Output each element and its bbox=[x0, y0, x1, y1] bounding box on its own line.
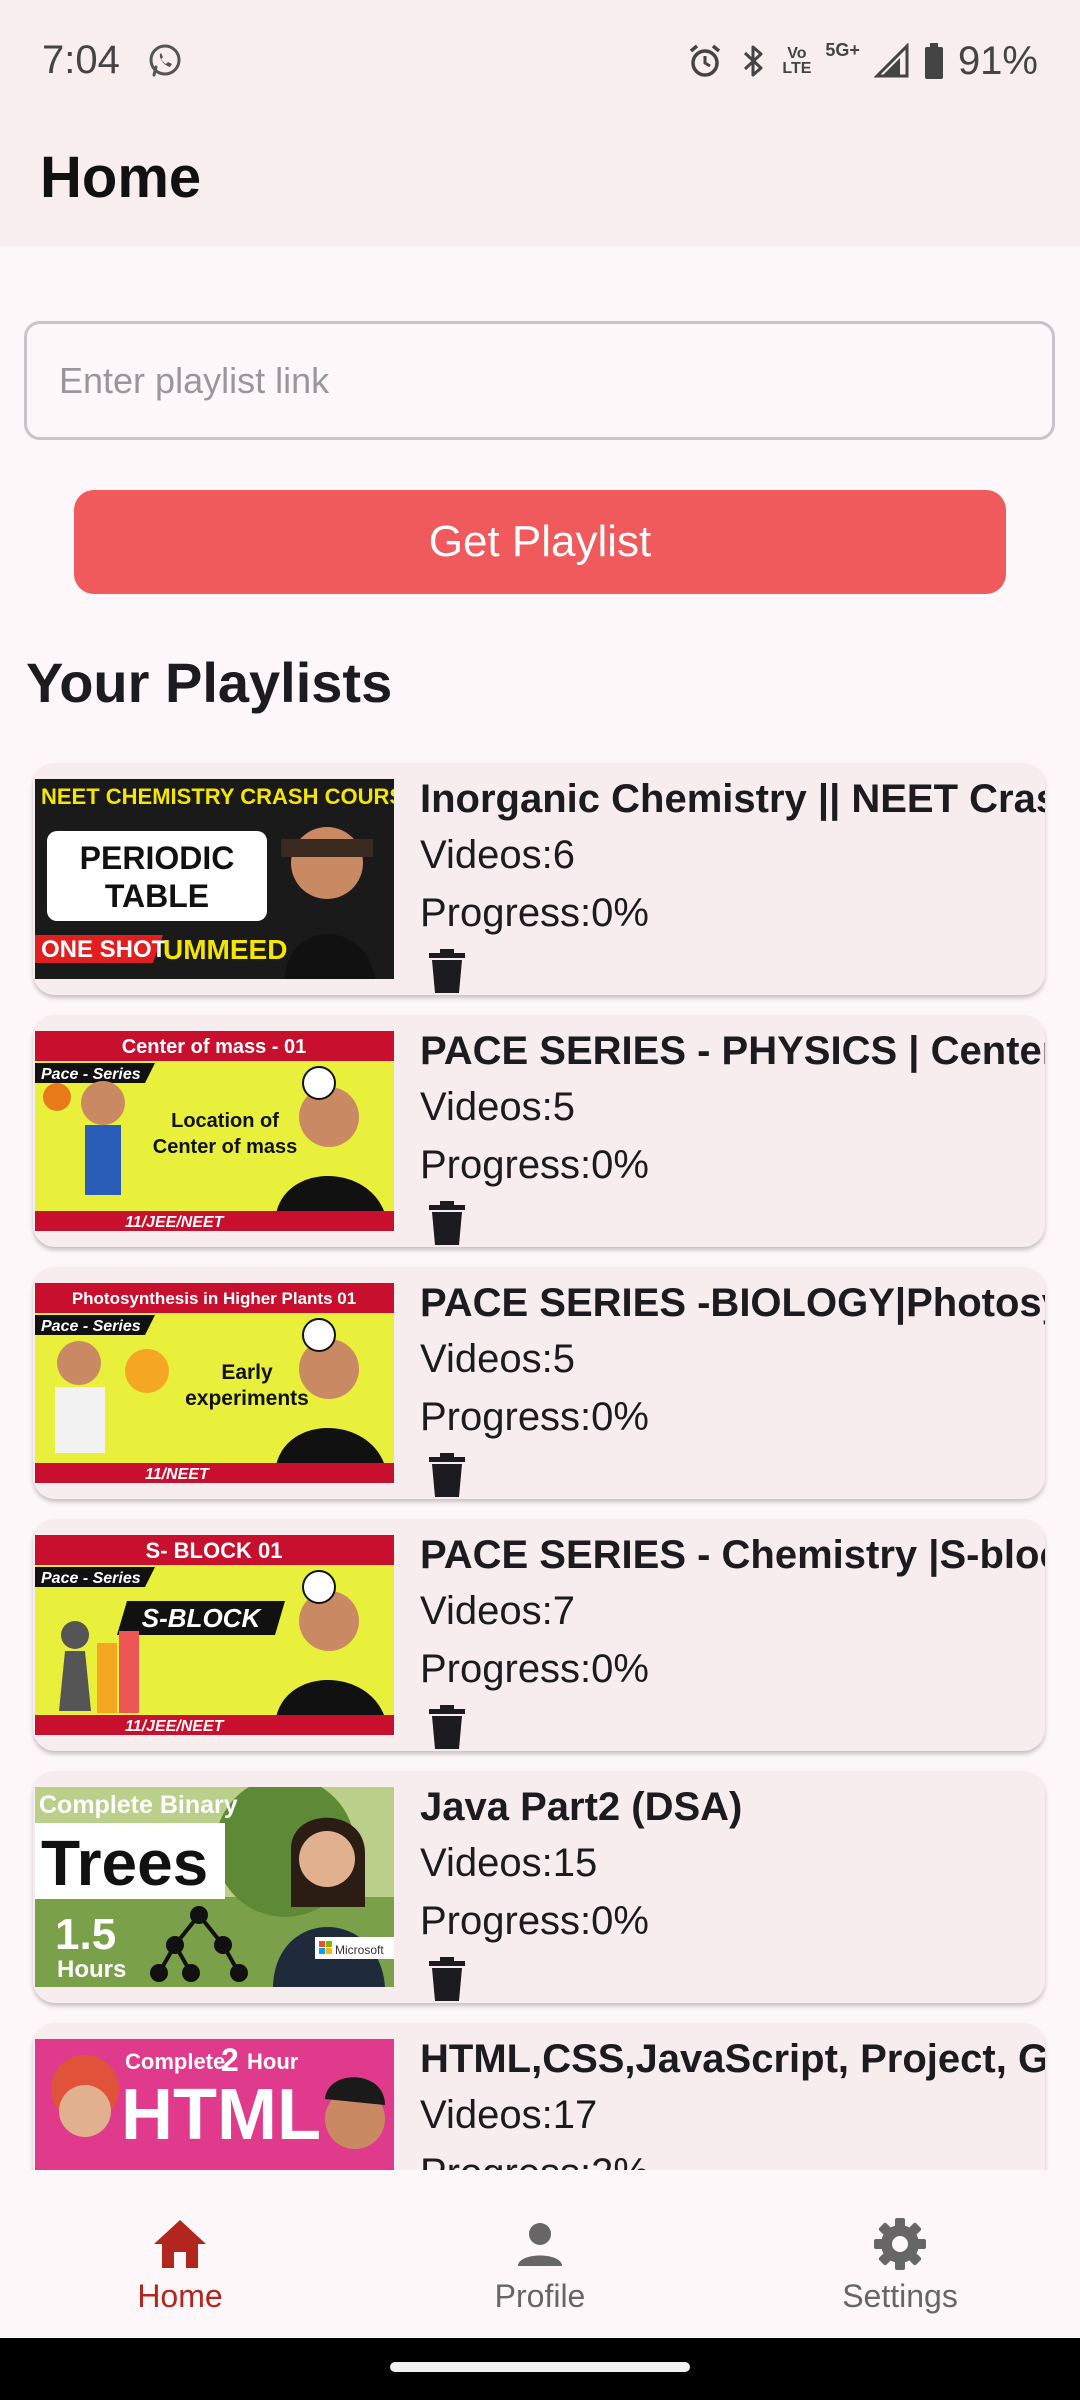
delete-icon[interactable] bbox=[428, 1957, 466, 2003]
thumb-tag: ONE SHOT bbox=[41, 936, 167, 963]
playlist-title: PACE SERIES -BIOLOGY|Photosynthesis bbox=[420, 1281, 1045, 1325]
playlist-progress: Progress:0% bbox=[420, 1647, 649, 1691]
delete-icon[interactable] bbox=[428, 949, 466, 995]
thumb-line1: Complete Binary bbox=[39, 1791, 238, 1819]
playlist-card[interactable]: Complete 2 Hour HTML HTML,CSS,JavaScript… bbox=[33, 2023, 1045, 2170]
thumb-line1: PERIODIC bbox=[80, 840, 235, 876]
bluetooth-icon bbox=[744, 45, 763, 77]
nav-home-label: Home bbox=[137, 2278, 223, 2314]
thumb-banner: NEET CHEMISTRY CRASH COURSE bbox=[41, 784, 394, 809]
thumb-line2: TABLE bbox=[105, 878, 209, 914]
playlist-link-input[interactable] bbox=[24, 321, 1055, 440]
playlist-thumbnail: Complete 2 Hour HTML bbox=[35, 2039, 394, 2170]
playlist-card[interactable]: Center of mass - 01 Pace - Series Locati… bbox=[33, 1015, 1045, 1247]
get-playlist-button[interactable]: Get Playlist bbox=[74, 490, 1006, 594]
delete-icon[interactable] bbox=[428, 1705, 466, 1751]
thumb-line1: S-BLOCK bbox=[142, 1603, 263, 1633]
settings-icon bbox=[874, 2218, 926, 2270]
volte-bottom: LTE bbox=[782, 60, 812, 77]
playlist-video-count: Videos:15 bbox=[420, 1841, 598, 1885]
thumb-series: Pace - Series bbox=[41, 1066, 141, 1083]
thumb-line1: Complete bbox=[125, 2049, 225, 2074]
thumb-banner: S- BLOCK 01 bbox=[146, 1538, 283, 1563]
thumb-footer: 11/JEE/NEET bbox=[125, 1214, 225, 1231]
playlist-card[interactable]: Photosynthesis in Higher Plants 01 Pace … bbox=[33, 1267, 1045, 1499]
playlist-card[interactable]: S- BLOCK 01 Pace - Series S-BLOCK 11/JEE… bbox=[33, 1519, 1045, 1751]
playlist-progress: Progress:2% bbox=[420, 2151, 649, 2170]
battery-icon bbox=[924, 43, 943, 79]
status-bar: 7:04 Vo LTE 5G+ 91% bbox=[0, 0, 1080, 128]
playlist-title: PACE SERIES - Chemistry |S-block bbox=[420, 1533, 1045, 1577]
playlist-thumbnail: NEET CHEMISTRY CRASH COURSE PERIODIC TAB… bbox=[35, 779, 394, 979]
home-icon bbox=[154, 2220, 206, 2268]
thumb-line2: experiments bbox=[185, 1387, 309, 1410]
thumb-line3: HTML bbox=[121, 2075, 321, 2155]
thumb-line2: Hour bbox=[247, 2049, 299, 2074]
gesture-handle[interactable] bbox=[390, 2362, 690, 2372]
playlist-video-count: Videos:5 bbox=[420, 1085, 575, 1129]
thumb-banner: Photosynthesis in Higher Plants 01 bbox=[72, 1289, 356, 1308]
delete-icon[interactable] bbox=[428, 1201, 466, 1247]
gesture-bar bbox=[0, 2338, 1080, 2400]
nav-profile[interactable]: Profile bbox=[390, 2170, 690, 2338]
page-title: Home bbox=[40, 145, 202, 210]
whatsapp-icon bbox=[149, 44, 181, 77]
volte-indicator: Vo LTE bbox=[782, 45, 812, 77]
playlist-progress: Progress:0% bbox=[420, 1899, 649, 1943]
nav-home[interactable]: Home bbox=[30, 2170, 330, 2338]
signal-icon bbox=[873, 43, 909, 78]
thumb-line1: Location of bbox=[171, 1110, 279, 1132]
playlist-title: Inorganic Chemistry || NEET Crash Course bbox=[420, 777, 1045, 821]
thumb-series: Pace - Series bbox=[41, 1318, 141, 1335]
playlist-title: PACE SERIES - PHYSICS | Center of Mass bbox=[420, 1029, 1045, 1073]
bottom-navigation: Home Profile Settings bbox=[0, 2170, 1080, 2338]
playlist-thumbnail: S- BLOCK 01 Pace - Series S-BLOCK 11/JEE… bbox=[35, 1535, 394, 1735]
playlist-progress: Progress:0% bbox=[420, 891, 649, 935]
delete-icon[interactable] bbox=[428, 1453, 466, 1499]
thumb-line4: Hours bbox=[57, 1956, 126, 1983]
playlist-progress: Progress:0% bbox=[420, 1395, 649, 1439]
volte-top: Vo bbox=[787, 45, 807, 62]
nav-profile-label: Profile bbox=[494, 2278, 586, 2314]
playlist-list[interactable]: NEET CHEMISTRY CRASH COURSE PERIODIC TAB… bbox=[0, 755, 1080, 2170]
thumb-line1: Early bbox=[221, 1361, 273, 1384]
playlist-video-count: Videos:17 bbox=[420, 2093, 598, 2137]
thumb-badge: Microsoft bbox=[335, 1943, 384, 1957]
playlist-title: Java Part2 (DSA) bbox=[420, 1785, 743, 1829]
playlist-video-count: Videos:7 bbox=[420, 1589, 575, 1633]
playlist-card[interactable]: Complete Binary Trees 1.5 Hours Microsof… bbox=[33, 1771, 1045, 2003]
playlist-video-count: Videos:5 bbox=[420, 1337, 575, 1381]
alarm-icon bbox=[690, 44, 721, 77]
status-time: 7:04 bbox=[42, 38, 120, 82]
thumb-num: 2 bbox=[221, 2042, 239, 2078]
playlist-thumbnail: Photosynthesis in Higher Plants 01 Pace … bbox=[35, 1283, 394, 1483]
thumb-line2: Center of mass bbox=[153, 1136, 298, 1158]
profile-icon bbox=[518, 2223, 562, 2266]
thumb-footer: 11/JEE/NEET bbox=[125, 1718, 225, 1735]
playlist-thumbnail: Center of mass - 01 Pace - Series Locati… bbox=[35, 1031, 394, 1231]
thumb-footer: 11/NEET bbox=[145, 1466, 210, 1483]
playlist-progress: Progress:0% bbox=[420, 1143, 649, 1187]
section-title: Your Playlists bbox=[26, 651, 393, 714]
thumb-series: Pace - Series bbox=[41, 1570, 141, 1587]
thumb-line2: Trees bbox=[41, 1827, 208, 1899]
battery-percentage: 91% bbox=[957, 38, 1038, 83]
nav-settings[interactable]: Settings bbox=[750, 2170, 1050, 2338]
thumb-banner: Center of mass - 01 bbox=[122, 1036, 307, 1058]
playlist-title: HTML,CSS,JavaScript, Project, Git bbox=[420, 2037, 1045, 2081]
playlist-thumbnail: Complete Binary Trees 1.5 Hours Microsof… bbox=[35, 1787, 394, 1987]
nav-settings-label: Settings bbox=[842, 2278, 958, 2314]
network-type: 5G+ bbox=[825, 40, 860, 60]
thumb-tag2: UMMEED bbox=[163, 934, 287, 965]
thumb-line3: 1.5 bbox=[55, 1910, 116, 1959]
playlist-video-count: Videos:6 bbox=[420, 833, 575, 877]
playlist-card[interactable]: NEET CHEMISTRY CRASH COURSE PERIODIC TAB… bbox=[33, 763, 1045, 995]
